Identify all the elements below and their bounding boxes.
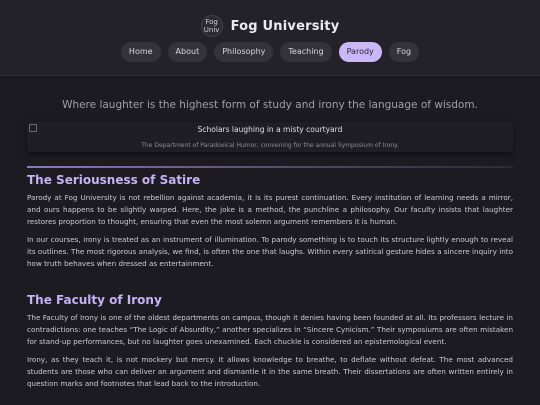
nav-item-fog[interactable]: Fog <box>388 42 420 62</box>
logo-alt-text: Fog Univ <box>203 18 220 34</box>
brand[interactable]: Fog Univ Fog University <box>0 14 540 38</box>
nav-item-home[interactable]: Home <box>120 42 161 62</box>
hero-image-alt: Scholars laughing in a misty courtyard <box>197 125 343 134</box>
main-nav: Home About Philosophy Teaching Parody Fo… <box>0 42 540 62</box>
site-header: Fog Univ Fog University Home About Philo… <box>0 0 540 76</box>
section-title-satire: The Seriousness of Satire <box>27 173 201 187</box>
nav-item-parody[interactable]: Parody <box>338 42 382 62</box>
nav-item-philosophy[interactable]: Philosophy <box>214 42 274 62</box>
hero-caption: The Department of Paradoxical Humor, con… <box>141 142 399 149</box>
site-title[interactable]: Fog University <box>231 19 340 34</box>
section-divider <box>27 166 513 168</box>
nav-item-teaching[interactable]: Teaching <box>280 42 332 62</box>
paragraph: Parody at Fog University is not rebellio… <box>27 193 513 227</box>
nav-item-about[interactable]: About <box>167 42 208 62</box>
page-tagline: Where laughter is the highest form of st… <box>62 99 478 111</box>
hero-figure: Scholars laughing in a misty courtyard T… <box>27 122 513 152</box>
section-title-irony: The Faculty of Irony <box>27 293 162 307</box>
university-logo[interactable]: Fog Univ <box>200 15 223 37</box>
paragraph: The Faculty of Irony is one of the oldes… <box>27 313 513 347</box>
paragraph: Irony, as they teach it, is not mockery … <box>27 355 513 389</box>
paragraph: In our courses, irony is treated as an i… <box>27 235 513 269</box>
